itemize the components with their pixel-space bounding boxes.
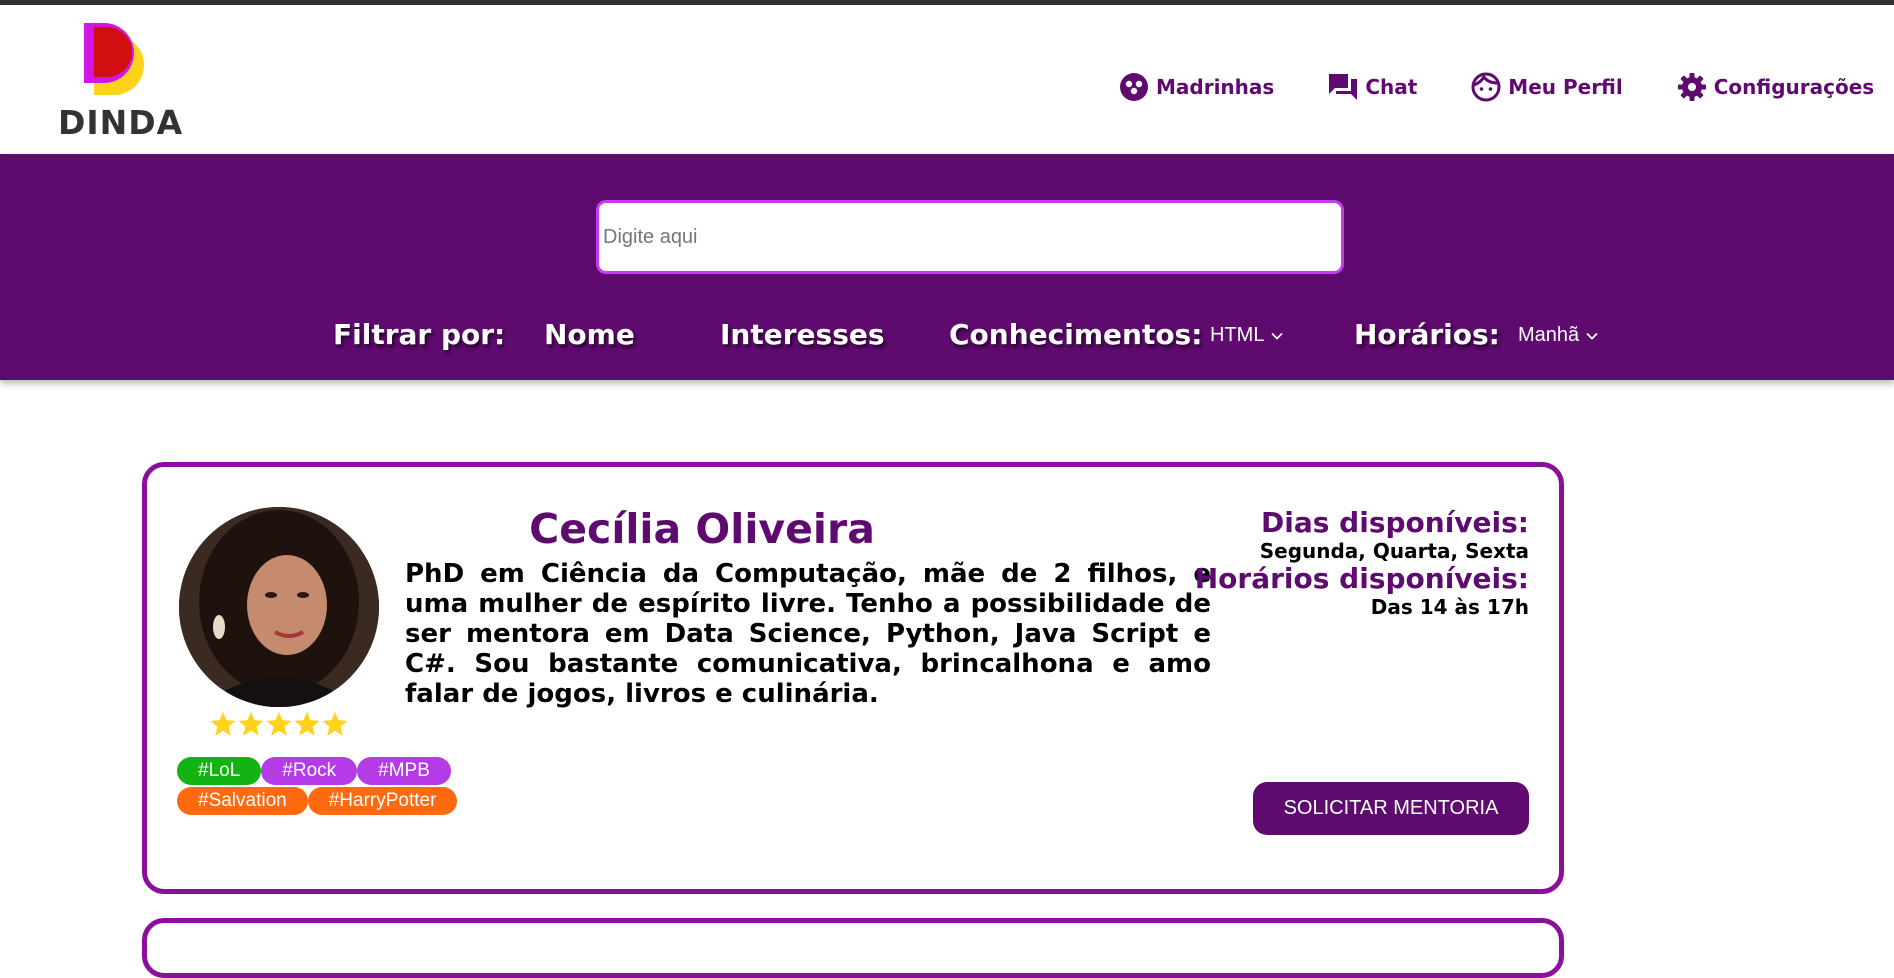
chevron-down-icon — [1586, 332, 1598, 340]
header: DINDA Madrinhas Chat Meu Perfil Configur… — [0, 5, 1894, 154]
tag-chip[interactable]: #LoL — [177, 757, 262, 785]
filter-interesses[interactable]: Interesses — [720, 318, 885, 351]
tag-row: #LoL #Rock #MPB — [177, 757, 517, 785]
tag-chip[interactable]: #HarryPotter — [307, 787, 458, 815]
filter-bar: Filtrar por: Nome Interesses Conheciment… — [0, 312, 1894, 362]
hours-value: Das 14 às 17h — [1370, 595, 1529, 619]
rating-stars — [209, 710, 349, 738]
nav-chat[interactable]: Chat — [1327, 71, 1417, 103]
logo-mark-icon — [84, 23, 144, 95]
conhecimentos-select[interactable]: HTML — [1210, 324, 1284, 347]
star-icon — [322, 711, 348, 736]
conhecimentos-select-value: HTML — [1210, 324, 1265, 346]
nav-label: Meu Perfil — [1508, 75, 1623, 99]
mentor-bio: PhD em Ciência da Computação, mãe de 2 f… — [405, 559, 1211, 709]
nav-meu-perfil[interactable]: Meu Perfil — [1470, 71, 1623, 103]
group-icon — [1118, 71, 1150, 103]
request-mentoring-button[interactable]: SOLICITAR MENTORIA — [1253, 782, 1529, 835]
nav-configuracoes[interactable]: Configurações — [1676, 71, 1874, 103]
horarios-select[interactable]: Manhã — [1518, 324, 1599, 347]
avatar[interactable] — [179, 507, 379, 707]
tag-chip[interactable]: #Rock — [261, 757, 358, 785]
star-icon — [210, 711, 236, 736]
nav-madrinhas[interactable]: Madrinhas — [1118, 71, 1274, 103]
dinda-logo[interactable]: DINDA — [58, 21, 184, 146]
chat-icon — [1327, 71, 1359, 103]
search-input[interactable] — [596, 200, 1344, 274]
search-filter-band: Filtrar por: Nome Interesses Conheciment… — [0, 154, 1894, 380]
tag-chip[interactable]: #Salvation — [177, 787, 308, 815]
tag-row: #Salvation #HarryPotter — [177, 787, 517, 815]
face-icon — [1470, 71, 1502, 103]
nav-label: Configurações — [1713, 75, 1875, 99]
nav-label: Chat — [1365, 75, 1418, 99]
star-icon — [294, 711, 320, 736]
filter-title: Filtrar por: — [333, 318, 506, 351]
availability: Dias disponíveis: Segunda, Quarta, Sexta… — [1189, 506, 1529, 620]
nav-label: Madrinhas — [1156, 75, 1275, 99]
mentor-name: Cecília Oliveira — [529, 505, 875, 553]
gear-icon — [1676, 71, 1708, 103]
hours-label: Horários disponíveis: — [1194, 562, 1529, 595]
mentor-card: #LoL #Rock #MPB #Salvation #HarryPotter Cec… — [142, 462, 1564, 894]
main-nav: Madrinhas Chat Meu Perfil Configurações — [1118, 65, 1874, 109]
filter-conhecimentos-label: Conhecimentos: — [949, 318, 1203, 351]
days-value: Segunda, Quarta, Sexta — [1259, 539, 1529, 563]
star-icon — [266, 711, 292, 736]
avatar-photo — [179, 507, 379, 707]
filter-nome[interactable]: Nome — [544, 318, 635, 351]
tag-chip[interactable]: #MPB — [357, 757, 451, 785]
star-icon — [238, 711, 264, 736]
logo-text: DINDA — [58, 103, 184, 142]
mentor-card-next — [142, 918, 1564, 978]
filter-horarios-label: Horários: — [1354, 318, 1500, 351]
days-label: Dias disponíveis: — [1261, 506, 1529, 539]
horarios-select-value: Manhã — [1518, 324, 1580, 346]
interest-tags: #LoL #Rock #MPB #Salvation #HarryPotter — [177, 757, 517, 817]
chevron-down-icon — [1271, 332, 1284, 340]
